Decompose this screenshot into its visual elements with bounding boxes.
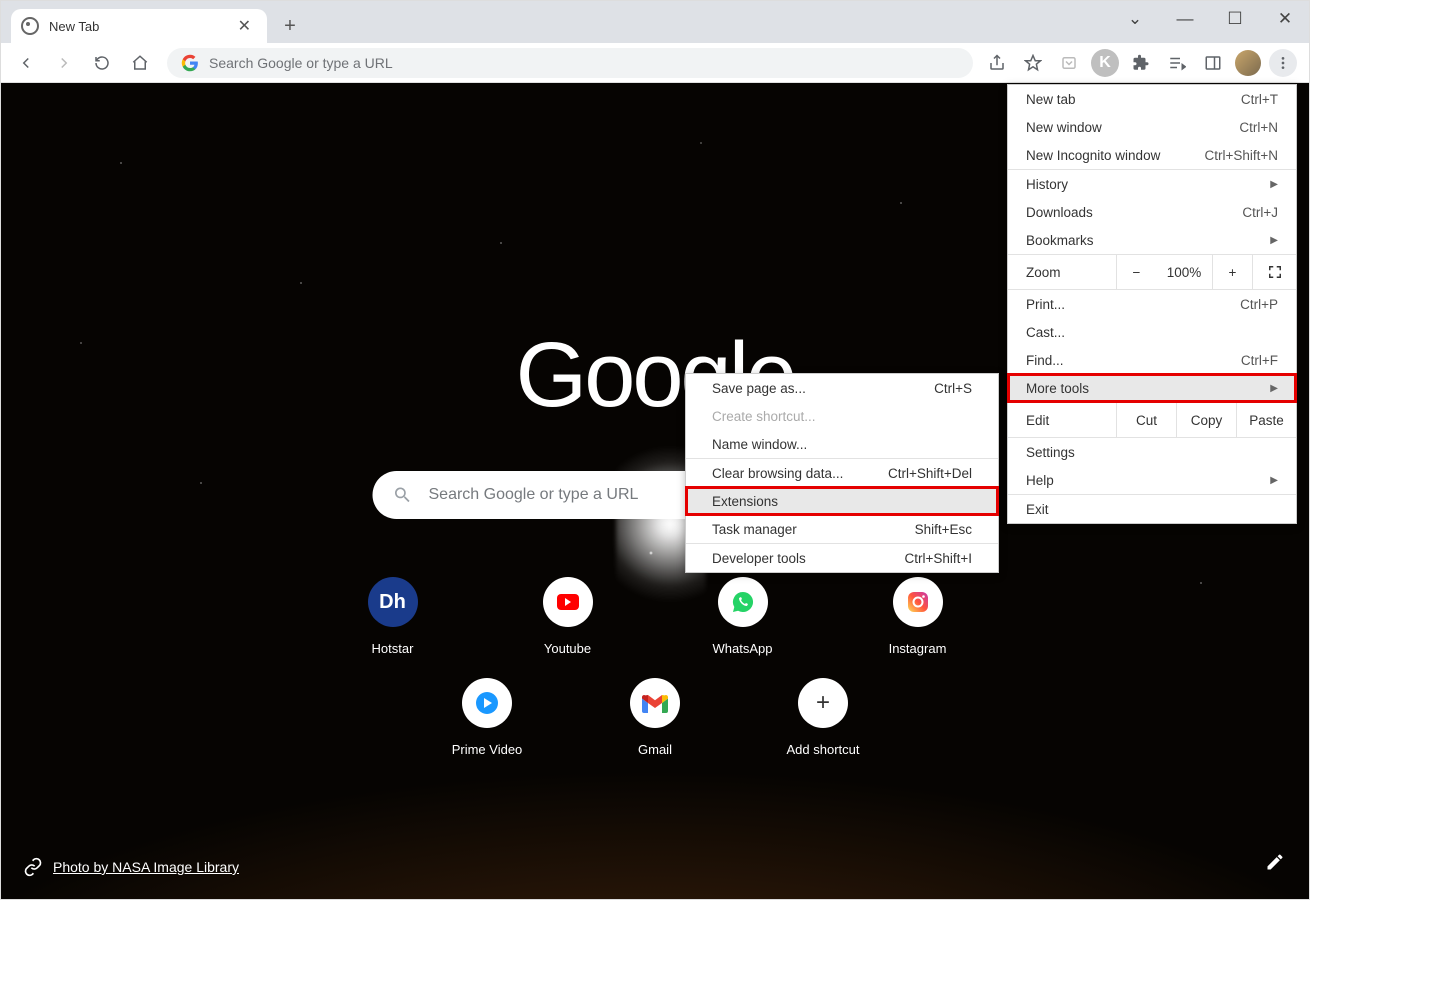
menu-new-tab[interactable]: New tabCtrl+T [1008, 85, 1296, 113]
chevron-right-icon: ▶ [1270, 179, 1278, 190]
extension-pocket-icon[interactable] [1055, 49, 1083, 77]
hotstar-icon: Dh [368, 577, 418, 627]
zoom-value: 100% [1156, 265, 1212, 280]
menu-settings[interactable]: Settings [1008, 438, 1296, 466]
shortcut-instagram[interactable]: Instagram [858, 577, 978, 656]
tab-strip: New Tab ✕ + [1, 1, 1309, 43]
maximize-button[interactable]: ☐ [1217, 5, 1253, 33]
browser-window: ⌄ — ☐ ✕ New Tab ✕ + Search Google or typ… [0, 0, 1310, 900]
menu-help[interactable]: Help▶ [1008, 466, 1296, 494]
menu-edit-row: Edit Cut Copy Paste [1008, 402, 1296, 438]
menu-new-window[interactable]: New windowCtrl+N [1008, 113, 1296, 141]
edit-paste-button[interactable]: Paste [1236, 403, 1296, 437]
browser-tab[interactable]: New Tab ✕ [11, 9, 267, 43]
menu-print[interactable]: Print...Ctrl+P [1008, 290, 1296, 318]
close-tab-button[interactable]: ✕ [232, 14, 257, 38]
shortcut-hotstar[interactable]: DhHotstar [333, 577, 453, 656]
chevron-right-icon: ▶ [1270, 235, 1278, 246]
link-icon [23, 857, 43, 877]
menu-cast[interactable]: Cast... [1008, 318, 1296, 346]
share-icon[interactable] [983, 49, 1011, 77]
close-window-button[interactable]: ✕ [1267, 5, 1303, 33]
menu-more-tools[interactable]: More tools▶ [1008, 374, 1296, 402]
more-tools-submenu: Save page as...Ctrl+S Create shortcut...… [685, 373, 999, 573]
sidepanel-icon[interactable] [1199, 49, 1227, 77]
plus-icon: + [798, 678, 848, 728]
shortcut-prime-video[interactable]: Prime Video [427, 678, 547, 757]
shortcut-youtube[interactable]: Youtube [508, 577, 628, 656]
edit-cut-button[interactable]: Cut [1116, 403, 1176, 437]
instagram-icon [893, 577, 943, 627]
shortcut-gmail[interactable]: Gmail [595, 678, 715, 757]
add-shortcut-button[interactable]: +Add shortcut [763, 678, 883, 757]
shortcut-whatsapp[interactable]: WhatsApp [683, 577, 803, 656]
menu-bookmarks[interactable]: Bookmarks▶ [1008, 226, 1296, 254]
back-button[interactable] [9, 46, 43, 80]
whatsapp-icon [718, 577, 768, 627]
credit-link[interactable]: Photo by NASA Image Library [53, 859, 239, 875]
background-credit: Photo by NASA Image Library [23, 857, 239, 877]
reload-button[interactable] [85, 46, 119, 80]
menu-downloads[interactable]: DownloadsCtrl+J [1008, 198, 1296, 226]
tab-title: New Tab [49, 19, 232, 34]
menu-exit[interactable]: Exit [1008, 495, 1296, 523]
google-g-icon [181, 54, 199, 72]
zoom-out-button[interactable]: − [1116, 255, 1156, 289]
youtube-icon [543, 577, 593, 627]
search-icon [393, 485, 413, 505]
search-placeholder: Search Google or type a URL [429, 486, 639, 504]
chrome-main-menu: New tabCtrl+T New windowCtrl+N New Incog… [1007, 84, 1297, 524]
submenu-task-manager[interactable]: Task managerShift+Esc [686, 515, 998, 543]
menu-incognito[interactable]: New Incognito windowCtrl+Shift+N [1008, 141, 1296, 169]
toolbar: Search Google or type a URL K [1, 43, 1309, 83]
submenu-extensions[interactable]: Extensions [686, 487, 998, 515]
menu-history[interactable]: History▶ [1008, 170, 1296, 198]
menu-zoom-row: Zoom − 100% + [1008, 254, 1296, 290]
menu-find[interactable]: Find...Ctrl+F [1008, 346, 1296, 374]
chevron-right-icon: ▶ [1270, 383, 1278, 394]
submenu-clear-data[interactable]: Clear browsing data...Ctrl+Shift+Del [686, 459, 998, 487]
customize-button[interactable] [1265, 852, 1285, 877]
submenu-create-shortcut: Create shortcut... [686, 402, 998, 430]
tab-favicon [21, 17, 39, 35]
zoom-in-button[interactable]: + [1212, 255, 1252, 289]
gmail-icon [630, 678, 680, 728]
profile-avatar[interactable] [1235, 50, 1261, 76]
submenu-name-window[interactable]: Name window... [686, 430, 998, 458]
submenu-dev-tools[interactable]: Developer toolsCtrl+Shift+I [686, 544, 998, 572]
address-bar[interactable]: Search Google or type a URL [167, 48, 973, 78]
shortcuts-grid: DhHotstar Youtube WhatsApp Instagram Pri… [305, 555, 1005, 757]
fullscreen-button[interactable] [1252, 255, 1296, 289]
dropdown-caret-icon[interactable]: ⌄ [1117, 5, 1153, 33]
extensions-puzzle-icon[interactable] [1127, 49, 1155, 77]
chevron-right-icon: ▶ [1270, 475, 1278, 486]
minimize-button[interactable]: — [1167, 5, 1203, 33]
new-tab-button[interactable]: + [275, 11, 305, 41]
home-button[interactable] [123, 46, 157, 80]
window-controls: ⌄ — ☐ ✕ [1117, 5, 1303, 33]
playlist-icon[interactable] [1163, 49, 1191, 77]
prime-video-icon [462, 678, 512, 728]
extension-k-icon[interactable]: K [1091, 49, 1119, 77]
edit-copy-button[interactable]: Copy [1176, 403, 1236, 437]
address-placeholder: Search Google or type a URL [209, 55, 393, 71]
chrome-menu-button[interactable] [1269, 49, 1297, 77]
bookmark-star-icon[interactable] [1019, 49, 1047, 77]
submenu-save-page[interactable]: Save page as...Ctrl+S [686, 374, 998, 402]
forward-button[interactable] [47, 46, 81, 80]
